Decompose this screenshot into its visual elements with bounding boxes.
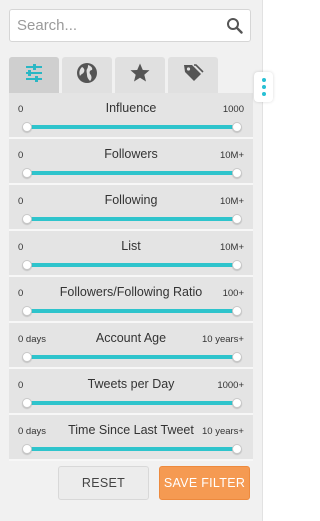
range-max-handle[interactable]	[232, 398, 242, 408]
filter-title: Following	[104, 193, 158, 207]
filter-following: 0 Following 10M+	[9, 185, 253, 231]
filter-influence: 0 Influence 1000	[9, 93, 253, 139]
filter-tweets-per-day: 0 Tweets per Day 1000+	[9, 369, 253, 415]
filter-title: Followers	[104, 147, 158, 161]
filter-followers: 0 Followers 10M+	[9, 139, 253, 185]
filter-ratio: 0 Followers/Following Ratio 100+	[9, 277, 253, 323]
range-max-label: 1000+	[217, 380, 244, 391]
filter-panel: 0 Influence 1000 0 Followers 10M+ 0 Foll…	[0, 0, 263, 521]
range-max-handle[interactable]	[232, 444, 242, 454]
range-max-label: 10M+	[219, 196, 244, 207]
range-track[interactable]	[27, 401, 237, 405]
filter-tabs	[9, 57, 221, 93]
filter-title: List	[121, 239, 141, 253]
range-min-handle[interactable]	[22, 122, 32, 132]
star-icon	[129, 62, 151, 89]
sliders-icon	[24, 63, 44, 88]
range-min-handle[interactable]	[22, 214, 32, 224]
range-max-handle[interactable]	[232, 168, 242, 178]
dot-icon	[261, 85, 266, 89]
range-min-handle[interactable]	[22, 260, 32, 270]
filter-account-age: 0 days Account Age 10 years+	[9, 323, 253, 369]
range-min-handle[interactable]	[22, 168, 32, 178]
filter-list: 0 Influence 1000 0 Followers 10M+ 0 Foll…	[9, 93, 253, 461]
search-input[interactable]	[10, 10, 220, 41]
filter-last-tweet: 0 days Time Since Last Tweet 10 years+	[9, 415, 253, 461]
save-filter-button[interactable]: SAVE FILTER	[159, 466, 250, 500]
globe-icon	[76, 62, 98, 89]
tag-icon	[182, 62, 204, 89]
tab-tags[interactable]	[168, 57, 218, 93]
range-max-label: 10 years+	[202, 426, 244, 437]
range-track[interactable]	[27, 217, 237, 221]
range-track[interactable]	[27, 171, 237, 175]
range-max-label: 10M+	[219, 150, 244, 161]
dot-icon	[261, 78, 266, 82]
range-max-handle[interactable]	[232, 306, 242, 316]
range-max-handle[interactable]	[232, 122, 242, 132]
range-max-label: 1000	[222, 104, 244, 115]
range-max-handle[interactable]	[232, 352, 242, 362]
tab-filters[interactable]	[9, 57, 59, 93]
range-min-handle[interactable]	[22, 398, 32, 408]
range-min-handle[interactable]	[22, 444, 32, 454]
reset-button[interactable]: RESET	[58, 466, 149, 500]
range-min-handle[interactable]	[22, 306, 32, 316]
filter-title: Followers/Following Ratio	[59, 285, 203, 299]
range-track[interactable]	[27, 125, 237, 129]
range-max-label: 10 years+	[202, 334, 244, 345]
dot-icon	[261, 92, 266, 96]
range-max-label: 100+	[222, 288, 244, 299]
tab-location[interactable]	[62, 57, 112, 93]
search-box	[9, 9, 251, 42]
range-max-handle[interactable]	[232, 214, 242, 224]
filter-list-count: 0 List 10M+	[9, 231, 253, 277]
range-max-label: 10M+	[219, 242, 244, 253]
range-track[interactable]	[27, 309, 237, 313]
search-icon[interactable]	[226, 17, 243, 34]
range-max-handle[interactable]	[232, 260, 242, 270]
panel-toggle-handle[interactable]	[254, 72, 273, 102]
filter-title: Influence	[105, 101, 157, 115]
range-track[interactable]	[27, 355, 237, 359]
range-min-handle[interactable]	[22, 352, 32, 362]
range-track[interactable]	[27, 263, 237, 267]
range-track[interactable]	[27, 447, 237, 451]
tab-favorites[interactable]	[115, 57, 165, 93]
